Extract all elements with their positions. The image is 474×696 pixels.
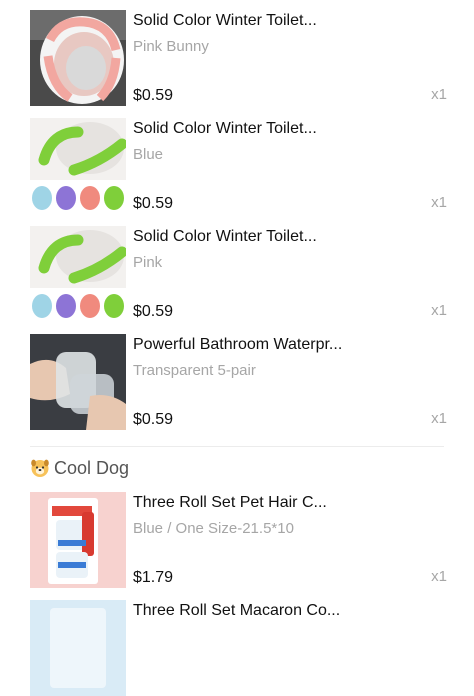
product-image[interactable] xyxy=(30,118,126,214)
product-price: $0.59 xyxy=(133,411,174,428)
product-variant: Pink Bunny xyxy=(133,38,209,55)
store-header[interactable]: Cool Dog xyxy=(30,457,129,479)
section-divider xyxy=(30,446,444,447)
product-price: $0.59 xyxy=(133,303,174,320)
green-toilet-seat-cover-icon xyxy=(30,118,126,214)
product-quantity: x1 xyxy=(431,86,447,103)
dog-face-icon xyxy=(31,459,49,477)
cart-item[interactable]: Solid Color Winter Toilet... Pink Bunny … xyxy=(30,10,450,106)
product-price: $0.59 xyxy=(133,195,174,212)
product-image[interactable] xyxy=(30,600,126,696)
product-image[interactable] xyxy=(30,492,126,588)
cart-item[interactable]: Solid Color Winter Toilet... Pink $0.59 … xyxy=(30,226,450,322)
product-variant: Blue xyxy=(133,146,164,163)
cart-item[interactable]: Three Roll Set Macaron Co... xyxy=(30,600,450,696)
product-title[interactable]: Solid Color Winter Toilet... xyxy=(133,12,317,30)
cart-item[interactable]: Powerful Bathroom Waterpr... Transparent… xyxy=(30,334,450,430)
product-quantity: x1 xyxy=(431,568,447,585)
cart-item[interactable]: Solid Color Winter Toilet... Blue $0.59 … xyxy=(30,118,450,214)
product-variant: Transparent 5-pair xyxy=(133,362,256,379)
store-name[interactable]: Cool Dog xyxy=(54,458,129,479)
product-title[interactable]: Powerful Bathroom Waterpr... xyxy=(133,336,342,354)
cart-item[interactable]: Three Roll Set Pet Hair C... Blue / One … xyxy=(30,492,450,588)
pink-toilet-seat-cover-icon xyxy=(30,10,126,106)
product-title[interactable]: Three Roll Set Pet Hair C... xyxy=(133,494,327,512)
lint-roller-set-icon xyxy=(30,492,126,588)
product-image[interactable] xyxy=(30,334,126,430)
product-price: $0.59 xyxy=(133,87,174,104)
product-quantity: x1 xyxy=(431,410,447,427)
product-quantity: x1 xyxy=(431,194,447,211)
green-toilet-seat-cover-icon xyxy=(30,226,126,322)
product-image[interactable] xyxy=(30,226,126,322)
lint-roller-set-icon xyxy=(30,600,126,696)
product-title[interactable]: Solid Color Winter Toilet... xyxy=(133,228,317,246)
product-quantity: x1 xyxy=(431,302,447,319)
product-title[interactable]: Solid Color Winter Toilet... xyxy=(133,120,317,138)
transparent-pads-icon xyxy=(30,334,126,430)
product-variant: Blue / One Size-21.5*10 xyxy=(133,520,294,537)
product-variant: Pink xyxy=(133,254,163,271)
product-price: $1.79 xyxy=(133,569,174,586)
product-title[interactable]: Three Roll Set Macaron Co... xyxy=(133,602,340,620)
product-image[interactable] xyxy=(30,10,126,106)
